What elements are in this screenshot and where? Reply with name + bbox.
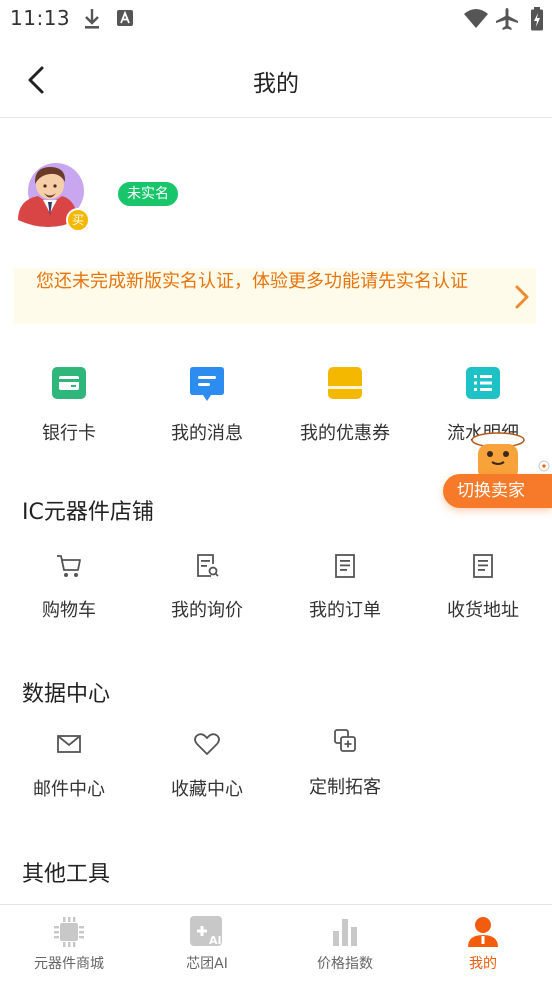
notice-text[interactable]: 您还未完成新版实名认证，体验更多功能请先实名认证 <box>36 264 511 299</box>
data-item-label: 邮件中心 <box>33 779 105 800</box>
heart-icon <box>194 733 220 755</box>
bank-card-icon <box>52 367 86 399</box>
nav-label: 芯团AI <box>186 956 228 972</box>
store-item-label: 我的询价 <box>171 600 243 621</box>
user-icon <box>468 917 498 947</box>
data-item-label: 收藏中心 <box>171 779 243 800</box>
chip-icon <box>54 917 84 947</box>
section-title-store: IC元器件店铺 <box>22 500 154 525</box>
quick-link-bank-card[interactable]: 银行卡 <box>0 366 138 445</box>
app-header: 我的 <box>0 40 552 118</box>
nav-item-component-mall[interactable]: 元器件商城 <box>0 905 138 981</box>
bottom-navigation: 元器件商城 AI 芯团AI 价格指数 我的 <box>0 904 552 981</box>
switch-seller-button[interactable]: 切换卖家 <box>443 474 552 508</box>
data-item-customize[interactable]: 定制拓客 <box>276 727 414 799</box>
nav-label: 我的 <box>469 956 497 972</box>
data-item-favorites[interactable]: 收藏中心 <box>138 731 276 801</box>
quick-link-messages[interactable]: 我的消息 <box>138 366 276 445</box>
status-time: 11:13 <box>10 6 71 30</box>
inquiry-icon <box>197 554 219 577</box>
store-item-label: 收货地址 <box>447 600 519 621</box>
quick-link-label: 我的优惠券 <box>300 423 390 444</box>
data-item-label: 定制拓客 <box>309 777 381 798</box>
page-title: 我的 <box>253 71 299 97</box>
nav-item-ai[interactable]: AI 芯团AI <box>138 905 276 981</box>
coupon-icon <box>328 367 362 399</box>
svg-text:AI: AI <box>209 934 222 947</box>
verification-status-badge[interactable]: 未实名 <box>118 182 178 206</box>
section-title-tools: 其他工具 <box>22 862 111 887</box>
battery-charging-icon <box>531 7 543 31</box>
wifi-icon <box>464 9 488 28</box>
nav-item-mine[interactable]: 我的 <box>414 905 552 981</box>
cart-icon <box>57 555 81 577</box>
quick-link-label: 我的消息 <box>171 423 243 444</box>
store-item-address[interactable]: 收货地址 <box>414 552 552 622</box>
mascot-icon <box>471 432 550 480</box>
store-item-orders[interactable]: 我的订单 <box>276 552 414 622</box>
mail-icon <box>57 735 81 753</box>
status-bar: 11:13 <box>0 0 552 38</box>
font-a-icon <box>117 10 133 26</box>
store-item-cart[interactable]: 购物车 <box>0 552 138 622</box>
ai-icon: AI <box>190 916 222 947</box>
store-item-label: 我的订单 <box>309 600 381 621</box>
order-icon <box>335 554 355 578</box>
message-icon <box>190 367 224 401</box>
data-item-mail[interactable]: 邮件中心 <box>0 731 138 801</box>
nav-item-price-index[interactable]: 价格指数 <box>276 905 414 981</box>
chevron-right-icon[interactable] <box>512 282 532 312</box>
section-title-data: 数据中心 <box>22 682 111 707</box>
download-icon <box>85 9 99 29</box>
airplane-mode-icon <box>496 8 518 30</box>
buyer-badge: 买 <box>66 208 90 232</box>
address-icon <box>473 554 493 578</box>
store-item-inquiry[interactable]: 我的询价 <box>138 552 276 622</box>
quick-link-label: 银行卡 <box>42 423 96 444</box>
nav-label: 元器件商城 <box>34 956 104 972</box>
statement-icon <box>466 367 500 399</box>
store-item-label: 购物车 <box>42 600 96 621</box>
nav-label: 价格指数 <box>317 956 373 972</box>
quick-link-coupons[interactable]: 我的优惠券 <box>276 366 414 445</box>
bar-chart-icon <box>333 919 357 946</box>
customize-icon <box>334 729 356 752</box>
